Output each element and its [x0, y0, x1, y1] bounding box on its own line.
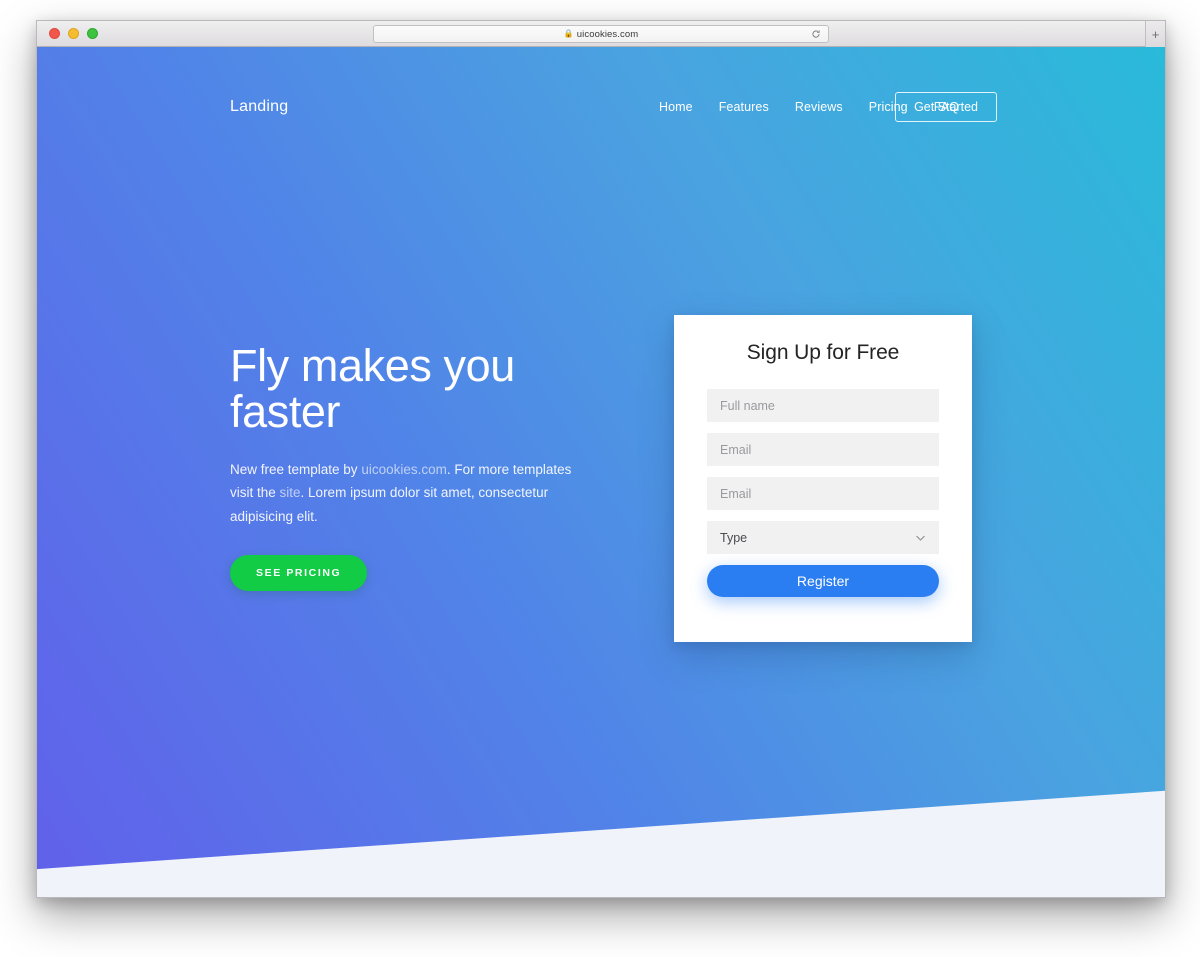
nav-link-features[interactable]: Features — [719, 100, 769, 114]
address-bar[interactable]: 🔒 uicookies.com — [373, 25, 829, 43]
new-tab-button[interactable]: + — [1145, 21, 1165, 47]
hero-paragraph: New free template by uicookies.com. For … — [230, 458, 580, 529]
signup-card: Sign Up for Free Full name Email Email T… — [674, 315, 972, 642]
hero-paragraph-part1: New free template by — [230, 461, 362, 477]
type-select[interactable]: Type — [707, 521, 939, 554]
hero-link-site[interactable]: site — [280, 485, 301, 500]
see-pricing-button[interactable]: See Pricing — [230, 554, 368, 591]
reload-icon[interactable] — [811, 29, 821, 39]
email-confirm-field[interactable]: Email — [707, 477, 939, 510]
browser-title-bar: 🔒 uicookies.com + — [37, 21, 1165, 47]
register-button[interactable]: Register — [707, 565, 939, 597]
type-select-value: Type — [720, 530, 748, 545]
browser-window: 🔒 uicookies.com + Landing Home Features … — [36, 20, 1166, 898]
get-started-button[interactable]: Get Started — [895, 92, 997, 122]
hero-title: Fly makes you faster — [230, 340, 515, 438]
lock-icon: 🔒 — [563, 29, 574, 38]
url-value: uicookies.com — [576, 28, 639, 40]
email-confirm-placeholder: Email — [720, 486, 752, 501]
email-placeholder: Email — [720, 442, 752, 457]
hero-copy: Fly makes you faster New free template b… — [230, 340, 610, 591]
full-name-field[interactable]: Full name — [707, 389, 939, 422]
page-viewport: Landing Home Features Reviews Pricing FA… — [37, 47, 1165, 897]
full-name-placeholder: Full name — [720, 398, 775, 413]
site-navigation: Landing Home Features Reviews Pricing FA… — [37, 92, 1165, 122]
url-text-group: 🔒 uicookies.com — [564, 29, 639, 40]
signup-title: Sign Up for Free — [746, 341, 900, 364]
chevron-down-icon — [916, 535, 925, 541]
new-tab-label: + — [1151, 26, 1160, 42]
hero-link-uicookies[interactable]: uicookies.com — [361, 462, 447, 477]
nav-link-reviews[interactable]: Reviews — [795, 100, 843, 114]
maximize-window-button[interactable] — [87, 28, 98, 39]
email-field[interactable]: Email — [707, 433, 939, 466]
minimize-window-button[interactable] — [68, 28, 79, 39]
nav-link-home[interactable]: Home — [659, 100, 693, 114]
window-controls — [49, 28, 98, 39]
close-window-button[interactable] — [49, 28, 60, 39]
brand-logo[interactable]: Landing — [230, 98, 288, 116]
